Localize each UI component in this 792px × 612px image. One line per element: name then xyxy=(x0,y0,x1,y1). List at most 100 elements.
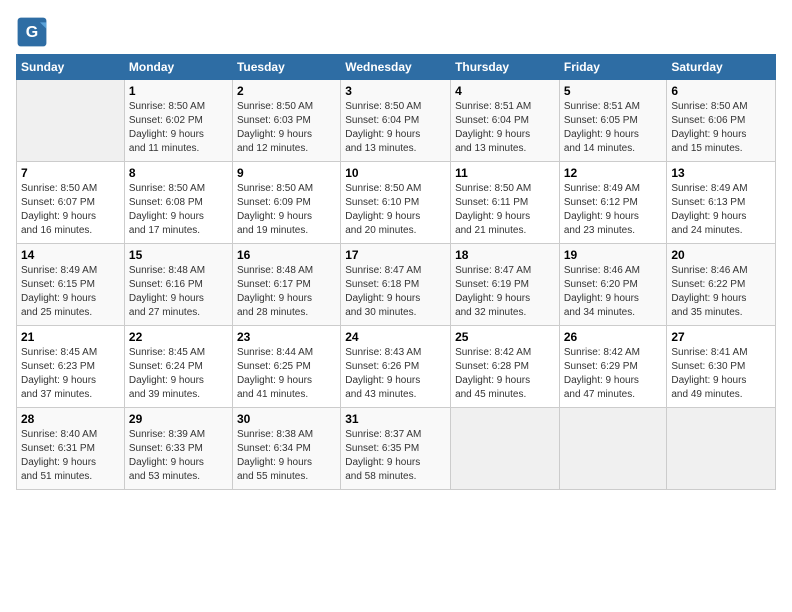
sunrise-text: Sunrise: 8:46 AM xyxy=(671,264,771,278)
calendar-cell: 29Sunrise: 8:39 AMSunset: 6:33 PMDayligh… xyxy=(124,408,232,490)
calendar-week-row: 7Sunrise: 8:50 AMSunset: 6:07 PMDaylight… xyxy=(17,162,776,244)
sunrise-text: Sunrise: 8:46 AM xyxy=(564,264,663,278)
day-info: Sunrise: 8:50 AMSunset: 6:07 PMDaylight:… xyxy=(21,182,120,238)
sunrise-text: Sunrise: 8:49 AM xyxy=(564,182,663,196)
daylight-text: Daylight: 9 hoursand 32 minutes. xyxy=(455,292,555,320)
sunrise-text: Sunrise: 8:50 AM xyxy=(129,100,228,114)
day-number: 18 xyxy=(455,248,555,262)
calendar-cell: 24Sunrise: 8:43 AMSunset: 6:26 PMDayligh… xyxy=(341,326,451,408)
daylight-text: Daylight: 9 hoursand 41 minutes. xyxy=(237,374,336,402)
daylight-text: Daylight: 9 hoursand 28 minutes. xyxy=(237,292,336,320)
sunset-text: Sunset: 6:23 PM xyxy=(21,360,120,374)
calendar-cell: 22Sunrise: 8:45 AMSunset: 6:24 PMDayligh… xyxy=(124,326,232,408)
day-info: Sunrise: 8:51 AMSunset: 6:05 PMDaylight:… xyxy=(564,100,663,156)
daylight-text: Daylight: 9 hoursand 27 minutes. xyxy=(129,292,228,320)
daylight-text: Daylight: 9 hoursand 19 minutes. xyxy=(237,210,336,238)
calendar-cell: 9Sunrise: 8:50 AMSunset: 6:09 PMDaylight… xyxy=(232,162,340,244)
calendar-week-row: 14Sunrise: 8:49 AMSunset: 6:15 PMDayligh… xyxy=(17,244,776,326)
day-number: 1 xyxy=(129,84,228,98)
day-info: Sunrise: 8:47 AMSunset: 6:18 PMDaylight:… xyxy=(345,264,446,320)
calendar-cell: 27Sunrise: 8:41 AMSunset: 6:30 PMDayligh… xyxy=(667,326,776,408)
day-info: Sunrise: 8:38 AMSunset: 6:34 PMDaylight:… xyxy=(237,428,336,484)
daylight-text: Daylight: 9 hoursand 53 minutes. xyxy=(129,456,228,484)
day-info: Sunrise: 8:51 AMSunset: 6:04 PMDaylight:… xyxy=(455,100,555,156)
day-number: 19 xyxy=(564,248,663,262)
daylight-text: Daylight: 9 hoursand 20 minutes. xyxy=(345,210,446,238)
day-info: Sunrise: 8:50 AMSunset: 6:08 PMDaylight:… xyxy=(129,182,228,238)
column-header-saturday: Saturday xyxy=(667,55,776,80)
logo: G xyxy=(16,16,52,48)
sunrise-text: Sunrise: 8:45 AM xyxy=(21,346,120,360)
sunrise-text: Sunrise: 8:38 AM xyxy=(237,428,336,442)
day-number: 5 xyxy=(564,84,663,98)
sunset-text: Sunset: 6:05 PM xyxy=(564,114,663,128)
day-number: 13 xyxy=(671,166,771,180)
day-number: 11 xyxy=(455,166,555,180)
day-number: 2 xyxy=(237,84,336,98)
calendar-cell: 5 Sunrise: 8:51 AMSunset: 6:05 PMDaylight… xyxy=(559,80,667,162)
daylight-text: Daylight: 9 hoursand 34 minutes. xyxy=(564,292,663,320)
daylight-text: Daylight: 9 hoursand 23 minutes. xyxy=(564,210,663,238)
day-number: 28 xyxy=(21,412,120,426)
sunrise-text: Sunrise: 8:51 AM xyxy=(564,100,663,114)
sunset-text: Sunset: 6:04 PM xyxy=(455,114,555,128)
sunrise-text: Sunrise: 8:45 AM xyxy=(129,346,228,360)
sunrise-text: Sunrise: 8:47 AM xyxy=(455,264,555,278)
daylight-text: Daylight: 9 hoursand 21 minutes. xyxy=(455,210,555,238)
daylight-text: Daylight: 9 hoursand 45 minutes. xyxy=(455,374,555,402)
calendar-cell xyxy=(451,408,560,490)
day-number: 25 xyxy=(455,330,555,344)
sunrise-text: Sunrise: 8:48 AM xyxy=(129,264,228,278)
calendar-cell: 15Sunrise: 8:48 AMSunset: 6:16 PMDayligh… xyxy=(124,244,232,326)
calendar-cell: 28 Sunrise: 8:40 AMSunset: 6:31 PMDayligh… xyxy=(17,408,125,490)
sunrise-text: Sunrise: 8:42 AM xyxy=(564,346,663,360)
calendar-header-row: SundayMondayTuesdayWednesdayThursdayFrid… xyxy=(17,55,776,80)
daylight-text: Daylight: 9 hoursand 49 minutes. xyxy=(671,374,771,402)
calendar-cell: 1Sunrise: 8:50 AMSunset: 6:02 PMDaylight… xyxy=(124,80,232,162)
day-info: Sunrise: 8:48 AMSunset: 6:17 PMDaylight:… xyxy=(237,264,336,320)
day-info: Sunrise: 8:49 AMSunset: 6:12 PMDaylight:… xyxy=(564,182,663,238)
sunrise-text: Sunrise: 8:50 AM xyxy=(237,100,336,114)
sunset-text: Sunset: 6:08 PM xyxy=(129,196,228,210)
day-info: Sunrise: 8:42 AMSunset: 6:28 PMDaylight:… xyxy=(455,346,555,402)
day-number: 23 xyxy=(237,330,336,344)
day-info: Sunrise: 8:39 AMSunset: 6:33 PMDaylight:… xyxy=(129,428,228,484)
calendar-cell: 2Sunrise: 8:50 AMSunset: 6:03 PMDaylight… xyxy=(232,80,340,162)
day-number: 6 xyxy=(671,84,771,98)
daylight-text: Daylight: 9 hoursand 24 minutes. xyxy=(671,210,771,238)
column-header-sunday: Sunday xyxy=(17,55,125,80)
sunrise-text: Sunrise: 8:41 AM xyxy=(671,346,771,360)
sunset-text: Sunset: 6:31 PM xyxy=(21,442,120,456)
sunset-text: Sunset: 6:16 PM xyxy=(129,278,228,292)
sunset-text: Sunset: 6:20 PM xyxy=(564,278,663,292)
sunrise-text: Sunrise: 8:50 AM xyxy=(129,182,228,196)
day-info: Sunrise: 8:44 AMSunset: 6:25 PMDaylight:… xyxy=(237,346,336,402)
sunrise-text: Sunrise: 8:47 AM xyxy=(345,264,446,278)
daylight-text: Daylight: 9 hoursand 35 minutes. xyxy=(671,292,771,320)
calendar-cell: 23 Sunrise: 8:44 AMSunset: 6:25 PMDayligh… xyxy=(232,326,340,408)
calendar-cell: 30Sunrise: 8:38 AMSunset: 6:34 PMDayligh… xyxy=(232,408,340,490)
calendar-cell: 31 Sunrise: 8:37 AMSunset: 6:35 PMDayligh… xyxy=(341,408,451,490)
sunset-text: Sunset: 6:03 PM xyxy=(237,114,336,128)
day-info: Sunrise: 8:40 AMSunset: 6:31 PMDaylight:… xyxy=(21,428,120,484)
sunset-text: Sunset: 6:22 PM xyxy=(671,278,771,292)
daylight-text: Daylight: 9 hoursand 14 minutes. xyxy=(564,128,663,156)
calendar-table: SundayMondayTuesdayWednesdayThursdayFrid… xyxy=(16,54,776,490)
daylight-text: Daylight: 9 hoursand 55 minutes. xyxy=(237,456,336,484)
day-number: 4 xyxy=(455,84,555,98)
sunrise-text: Sunrise: 8:48 AM xyxy=(237,264,336,278)
day-info: Sunrise: 8:37 AMSunset: 6:35 PMDaylight:… xyxy=(345,428,446,484)
sunrise-text: Sunrise: 8:40 AM xyxy=(21,428,120,442)
sunset-text: Sunset: 6:06 PM xyxy=(671,114,771,128)
day-info: Sunrise: 8:48 AMSunset: 6:16 PMDaylight:… xyxy=(129,264,228,320)
calendar-header: G xyxy=(16,16,776,48)
daylight-text: Daylight: 9 hoursand 16 minutes. xyxy=(21,210,120,238)
sunset-text: Sunset: 6:13 PM xyxy=(671,196,771,210)
daylight-text: Daylight: 9 hoursand 15 minutes. xyxy=(671,128,771,156)
column-header-tuesday: Tuesday xyxy=(232,55,340,80)
day-number: 31 xyxy=(345,412,446,426)
calendar-week-row: 28Sunrise: 8:40 AMSunset: 6:31 PMDayligh… xyxy=(17,408,776,490)
daylight-text: Daylight: 9 hoursand 13 minutes. xyxy=(455,128,555,156)
calendar-cell: 16Sunrise: 8:48 AMSunset: 6:17 PMDayligh… xyxy=(232,244,340,326)
day-info: Sunrise: 8:46 AMSunset: 6:20 PMDaylight:… xyxy=(564,264,663,320)
